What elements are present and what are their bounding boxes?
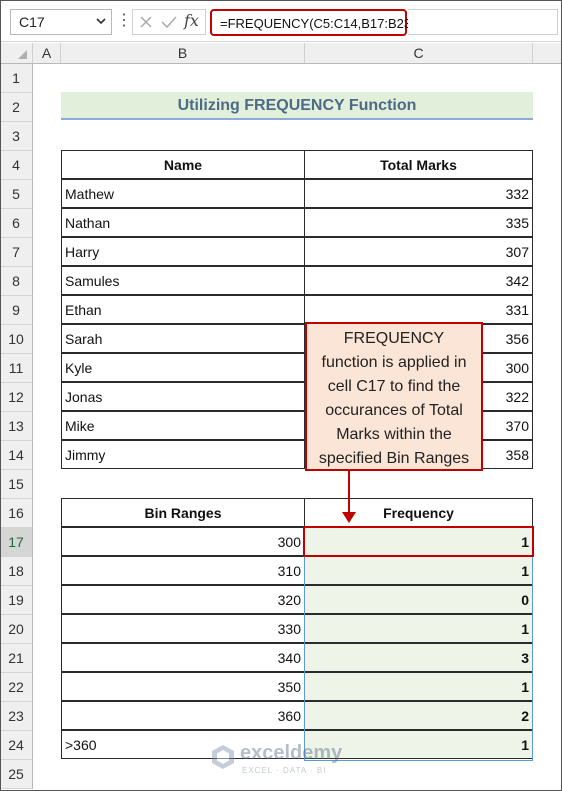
name-cell[interactable]: Jonas <box>61 382 305 411</box>
watermark-tagline: EXCEL · DATA · BI <box>242 766 327 775</box>
name-cell[interactable]: Sarah <box>61 324 305 353</box>
callout-line: FREQUENCY <box>343 330 445 347</box>
name-cell[interactable]: Mathew <box>61 179 305 208</box>
bin-range-cell[interactable]: 360 <box>61 701 305 730</box>
callout-box: FREQUENCY function is applied in cell C17 … <box>305 322 483 471</box>
total-marks-cell[interactable]: 342 <box>304 266 533 295</box>
row-header-4[interactable]: 4 <box>0 151 33 180</box>
total-marks-cell[interactable]: 332 <box>304 179 533 208</box>
callout-line: function is applied in <box>321 354 467 371</box>
name-cell[interactable]: Samules <box>61 266 305 295</box>
row-header-20[interactable]: 20 <box>0 615 33 644</box>
callout-line: occurances of Total <box>325 402 463 419</box>
name-cell[interactable]: Nathan <box>61 208 305 237</box>
more-options-icon[interactable]: ⋮ <box>116 12 132 30</box>
row-header-24[interactable]: 24 <box>0 731 33 760</box>
bin-range-cell[interactable]: 300 <box>61 527 305 556</box>
total-marks-cell[interactable]: 307 <box>304 237 533 266</box>
insert-function-icon[interactable]: fx <box>184 11 204 31</box>
row-header-14[interactable]: 14 <box>0 441 33 470</box>
formula-input[interactable]: =FREQUENCY(C5:C14,B17:B23) <box>210 9 415 36</box>
row-header-1[interactable]: 1 <box>0 64 33 93</box>
bin-range-cell[interactable]: 330 <box>61 614 305 643</box>
name-cell[interactable]: Harry <box>61 237 305 266</box>
formula-input-extension[interactable] <box>408 9 558 35</box>
row-header-10[interactable]: 10 <box>0 325 33 354</box>
frequency-cell[interactable]: 0 <box>304 585 533 614</box>
bin-range-cell[interactable]: 310 <box>61 556 305 585</box>
frequency-cell[interactable]: 3 <box>304 643 533 672</box>
row-header-2[interactable]: 2 <box>0 93 33 122</box>
row-header-12[interactable]: 12 <box>0 383 33 412</box>
row-header-21[interactable]: 21 <box>0 644 33 673</box>
name-cell[interactable]: Mike <box>61 411 305 440</box>
cancel-icon[interactable] <box>138 14 154 30</box>
row-header-6[interactable]: 6 <box>0 209 33 238</box>
name-cell[interactable]: Kyle <box>61 353 305 382</box>
header-bin-ranges[interactable]: Bin Ranges <box>61 498 305 527</box>
header-total-marks[interactable]: Total Marks <box>304 150 533 179</box>
row-header-5[interactable]: 5 <box>0 180 33 209</box>
row-header-11[interactable]: 11 <box>0 354 33 383</box>
callout-arrow-head <box>342 512 356 523</box>
sheet-title[interactable]: Utilizing FREQUENCY Function <box>61 92 533 120</box>
select-all-corner[interactable] <box>0 43 33 64</box>
exceldemy-logo-icon <box>212 745 234 769</box>
select-all-triangle-icon <box>18 50 27 59</box>
chevron-down-icon[interactable] <box>94 13 108 29</box>
callout-arrow-line <box>348 471 350 517</box>
name-cell[interactable]: Ethan <box>61 295 305 324</box>
frequency-cell[interactable]: 2 <box>304 701 533 730</box>
callout-line: Marks within the <box>336 426 452 443</box>
total-marks-cell[interactable]: 331 <box>304 295 533 324</box>
row-header-8[interactable]: 8 <box>0 267 33 296</box>
enter-check-icon[interactable] <box>160 14 178 30</box>
callout-line: cell C17 to find the <box>327 378 461 395</box>
row-header-17[interactable]: 17 <box>0 528 33 557</box>
row-header-7[interactable]: 7 <box>0 238 33 267</box>
header-frequency[interactable]: Frequency <box>304 498 533 527</box>
row-header-13[interactable]: 13 <box>0 412 33 441</box>
row-header-16[interactable]: 16 <box>0 499 33 528</box>
column-header-a[interactable]: A <box>33 43 61 64</box>
row-header-3[interactable]: 3 <box>0 122 33 151</box>
name-cell[interactable]: Jimmy <box>61 440 305 469</box>
row-header-9[interactable]: 9 <box>0 296 33 325</box>
total-marks-cell[interactable]: 335 <box>304 208 533 237</box>
row-header-15[interactable]: 15 <box>0 470 33 499</box>
bin-range-cell[interactable]: 340 <box>61 643 305 672</box>
column-header-b[interactable]: B <box>61 43 305 64</box>
callout-line: specified Bin Ranges <box>318 450 470 467</box>
frequency-cell[interactable]: 1 <box>304 556 533 585</box>
bin-range-cell[interactable]: 320 <box>61 585 305 614</box>
active-cell-c17[interactable] <box>303 526 534 557</box>
row-header-23[interactable]: 23 <box>0 702 33 731</box>
header-name[interactable]: Name <box>61 150 305 179</box>
column-header-c[interactable]: C <box>305 43 533 64</box>
frequency-cell[interactable]: 1 <box>304 672 533 701</box>
row-header-19[interactable]: 19 <box>0 586 33 615</box>
bin-range-cell[interactable]: 350 <box>61 672 305 701</box>
row-header-22[interactable]: 22 <box>0 673 33 702</box>
frequency-cell[interactable]: 1 <box>304 614 533 643</box>
row-header-25[interactable]: 25 <box>0 760 33 789</box>
column-header-d[interactable] <box>533 43 562 64</box>
watermark-name: exceldemy <box>240 742 343 764</box>
row-header-18[interactable]: 18 <box>0 557 33 586</box>
